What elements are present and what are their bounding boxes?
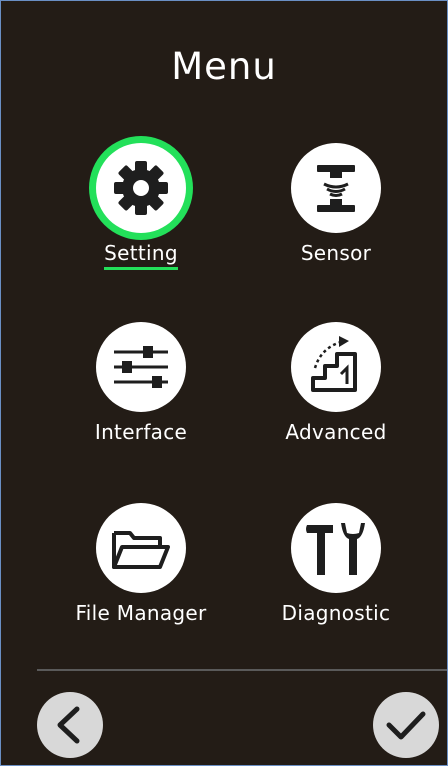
back-arrow-icon: [57, 706, 80, 744]
sliders-icon: [96, 322, 186, 412]
back-button[interactable]: [37, 692, 103, 758]
divider: [37, 669, 447, 671]
sensor-icon: [291, 143, 381, 233]
menu-item-label: Advanced: [285, 420, 387, 444]
tools-icon: [291, 503, 381, 593]
gear-icon: [96, 143, 186, 233]
menu-item-interface[interactable]: Interface: [56, 322, 226, 444]
menu-item-label: Diagnostic: [281, 601, 391, 625]
menu-item-file-manager[interactable]: File Manager: [56, 503, 226, 625]
menu-item-label: Setting: [104, 241, 178, 270]
confirm-button[interactable]: [373, 692, 439, 758]
folder-icon: [96, 503, 186, 593]
menu-screen: Menu Setting Sensor Interface Advanced F…: [0, 0, 448, 766]
menu-item-label: File Manager: [75, 601, 207, 625]
menu-item-label: Interface: [94, 420, 188, 444]
menu-item-sensor[interactable]: Sensor: [251, 143, 421, 265]
page-title: Menu: [171, 45, 277, 88]
menu-item-label: Sensor: [300, 241, 372, 265]
menu-item-setting[interactable]: Setting: [56, 143, 226, 270]
menu-item-advanced[interactable]: Advanced: [251, 322, 421, 444]
menu-item-diagnostic[interactable]: Diagnostic: [251, 503, 421, 625]
checkmark-icon: [386, 711, 426, 740]
stairs-icon: [291, 322, 381, 412]
